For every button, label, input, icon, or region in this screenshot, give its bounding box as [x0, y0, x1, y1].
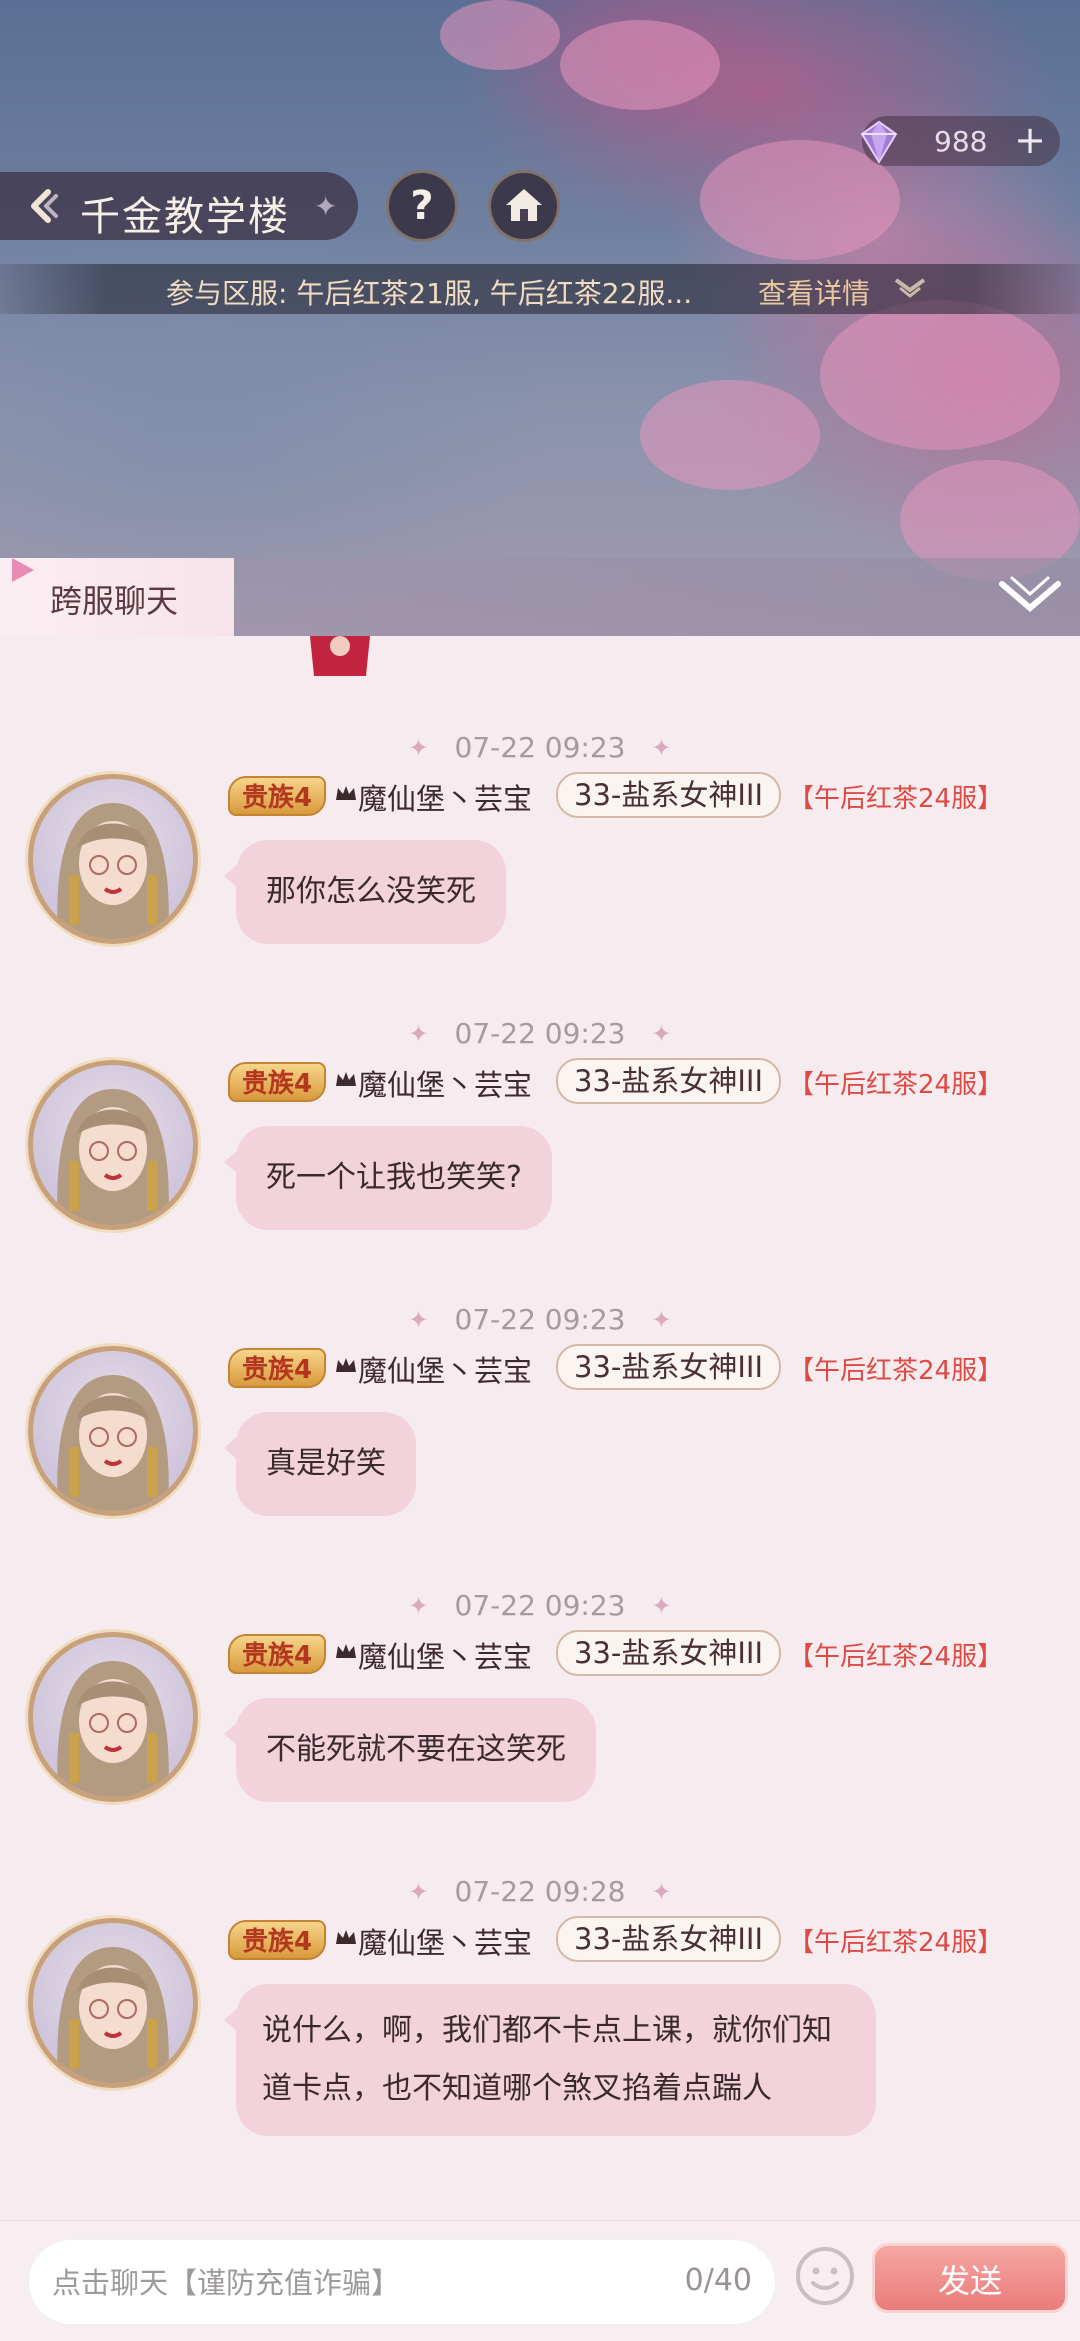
page-title: 千金教学楼 — [80, 194, 290, 240]
sender-title-badge: 33-盐系女神III — [556, 772, 782, 818]
message-time: ✦ 07-22 09:23 ✦ — [409, 1586, 672, 1626]
avatar-portrait — [57, 1947, 169, 2083]
collapse-icon[interactable] — [996, 568, 1064, 624]
home-icon — [506, 189, 542, 221]
message-time-text: 07-22 09:23 — [454, 1017, 626, 1050]
sparkle-icon: ✦ — [408, 1878, 429, 1906]
avatar-portrait — [57, 1089, 169, 1225]
add-currency-button[interactable]: + — [1010, 118, 1050, 162]
noble-rank-badge: 贵族4 — [228, 1634, 326, 1674]
avatar[interactable] — [28, 1346, 198, 1516]
message-time: ✦ 07-22 09:23 ✦ — [409, 1014, 672, 1054]
emoji-icon[interactable] — [792, 2243, 858, 2309]
sender-title-badge: 33-盐系女神III — [556, 1630, 782, 1676]
avatar-portrait — [57, 1661, 169, 1797]
sender-title-badge: 33-盐系女神III — [556, 1058, 782, 1104]
crown-icon — [336, 786, 356, 800]
sender-name[interactable]: 魔仙堡丶芸宝 — [358, 1920, 532, 1962]
message-bubble[interactable]: 死一个让我也笑笑? — [224, 1126, 552, 1230]
sparkle-icon: ✦ — [651, 1306, 672, 1334]
chat-message-list[interactable]: ✦ 07-22 09:23 ✦ 贵族4 魔仙堡丶芸宝 33-盐系女神III 【午后红… — [0, 636, 1080, 2220]
noble-rank-badge: 贵族4 — [228, 1348, 326, 1388]
message-time-row: ✦ 07-22 09:23 ✦ — [0, 728, 1080, 768]
avatar[interactable] — [28, 1060, 198, 1230]
chevron-down-icon[interactable] — [890, 274, 930, 304]
message-time-text: 07-22 09:23 — [454, 1303, 626, 1336]
currency-display: 988 + — [860, 116, 1060, 166]
sender-title-badge: 33-盐系女神III — [556, 1344, 782, 1390]
tab-marker-icon — [12, 558, 34, 582]
avatar[interactable] — [28, 1918, 198, 2088]
sender-server-tag: 【午后红茶24服】 — [788, 784, 1004, 814]
message-time: ✦ 07-22 09:23 ✦ — [409, 1300, 672, 1340]
sparkle-icon: ✦ — [408, 1592, 429, 1620]
sparkle-icon: ✦ — [408, 1020, 429, 1048]
avatar-portrait — [57, 803, 169, 939]
sparkle-icon: ✦ — [651, 1020, 672, 1048]
avatar-portrait — [57, 1375, 169, 1511]
crown-icon — [336, 1930, 356, 1944]
message-time-text: 07-22 09:23 — [454, 731, 626, 764]
message-bubble[interactable]: 说什么，啊，我们都不卡点上课，就你们知道卡点，也不知道哪个煞叉掐着点踹人 — [224, 1984, 876, 2136]
sender-name[interactable]: 魔仙堡丶芸宝 — [358, 1062, 532, 1104]
sender-server-tag: 【午后红茶24服】 — [788, 1928, 1004, 1958]
chat-input-container[interactable]: 0/40 — [28, 2239, 776, 2325]
message-time-row: ✦ 07-22 09:23 ✦ — [0, 1300, 1080, 1340]
avatar[interactable] — [28, 1632, 198, 1802]
help-button[interactable]: ? — [386, 170, 458, 242]
message-time-row: ✦ 07-22 09:23 ✦ — [0, 1586, 1080, 1626]
sender-name[interactable]: 魔仙堡丶芸宝 — [358, 1348, 532, 1390]
message-bubble[interactable]: 那你怎么没笑死 — [224, 840, 506, 944]
sparkle-icon: ✦ — [408, 734, 429, 762]
view-details-link[interactable]: 查看详情 — [758, 272, 870, 312]
chat-tab-bar: 跨服聊天 — [0, 558, 1080, 636]
sender-title-badge: 33-盐系女神III — [556, 1916, 782, 1962]
sender-server-tag: 【午后红茶24服】 — [788, 1356, 1004, 1386]
sender-server-tag: 【午后红茶24服】 — [788, 1070, 1004, 1100]
noble-rank-badge: 贵族4 — [228, 1062, 326, 1102]
participating-servers: 参与区服: 午后红茶21服, 午后红茶22服... — [166, 277, 693, 310]
avatar[interactable] — [28, 774, 198, 944]
chat-input-bar: 0/40 发送 — [0, 2220, 1080, 2341]
sparkle-icon: ✦ — [408, 1306, 429, 1334]
crown-icon — [336, 1644, 356, 1658]
message-time-text: 07-22 09:28 — [454, 1875, 626, 1908]
sparkle-icon: ✦ — [651, 1878, 672, 1906]
send-button[interactable]: 发送 — [872, 2243, 1068, 2313]
character-counter: 0/40 — [684, 2263, 752, 2298]
sender-server-tag: 【午后红茶24服】 — [788, 1642, 1004, 1672]
tab-cross-server-chat[interactable]: 跨服聊天 — [0, 558, 234, 636]
gem-icon — [860, 120, 898, 164]
message-time: ✦ 07-22 09:23 ✦ — [409, 728, 672, 768]
partial-avatar — [310, 636, 370, 676]
sender-name[interactable]: 魔仙堡丶芸宝 — [358, 1634, 532, 1676]
tab-label: 跨服聊天 — [50, 582, 179, 620]
help-icon: ? — [410, 183, 434, 229]
message-time: ✦ 07-22 09:28 ✦ — [409, 1872, 672, 1912]
server-strip: 参与区服: 午后红茶21服, 午后红茶22服... 查看详情 — [0, 264, 1080, 314]
back-icon[interactable] — [22, 186, 62, 226]
message-time-row: ✦ 07-22 09:23 ✦ — [0, 1014, 1080, 1054]
sparkle-icon: ✦ — [651, 1592, 672, 1620]
sender-name[interactable]: 魔仙堡丶芸宝 — [358, 776, 532, 818]
sparkle-icon: ✦ — [314, 190, 338, 223]
crown-icon — [336, 1358, 356, 1372]
scene-background — [0, 0, 1080, 640]
chat-input[interactable] — [50, 2257, 654, 2309]
currency-value: 988 — [934, 125, 988, 158]
title-bar: 千金教学楼 ✦ — [0, 172, 358, 240]
noble-rank-badge: 贵族4 — [228, 1920, 326, 1960]
message-bubble[interactable]: 不能死就不要在这笑死 — [224, 1698, 596, 1802]
home-button[interactable] — [488, 170, 560, 242]
message-bubble[interactable]: 真是好笑 — [224, 1412, 416, 1516]
message-time-text: 07-22 09:23 — [454, 1589, 626, 1622]
crown-icon — [336, 1072, 356, 1086]
sparkle-icon: ✦ — [651, 734, 672, 762]
message-time-row: ✦ 07-22 09:28 ✦ — [0, 1872, 1080, 1912]
noble-rank-badge: 贵族4 — [228, 776, 326, 816]
